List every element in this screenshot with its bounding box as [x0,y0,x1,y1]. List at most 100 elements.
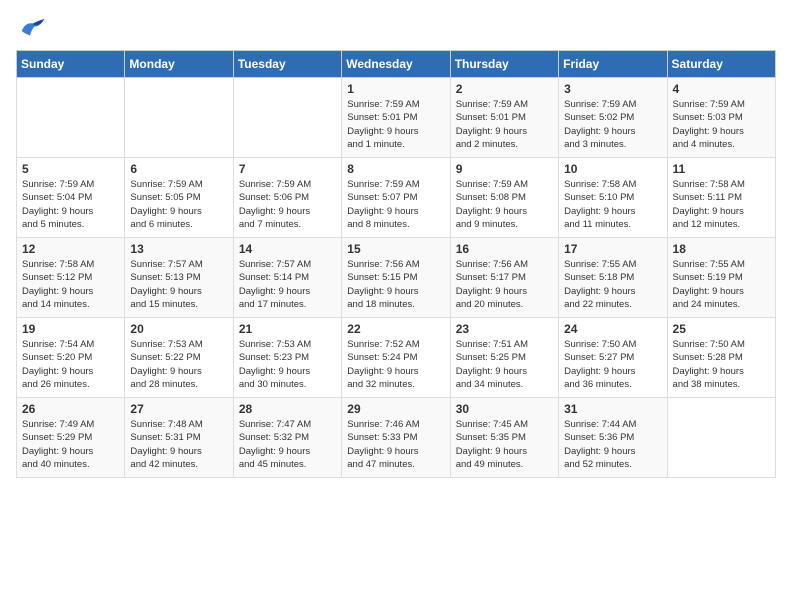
calendar-week-row: 12 Sunrise: 7:58 AM Sunset: 5:12 PM Dayli… [17,238,776,318]
calendar-cell: 26 Sunrise: 7:49 AM Sunset: 5:29 PM Dayli… [17,398,125,478]
calendar-cell: 19 Sunrise: 7:54 AM Sunset: 5:20 PM Dayli… [17,318,125,398]
day-number: 13 [130,242,227,256]
day-number: 18 [673,242,770,256]
day-info: Sunrise: 7:59 AM Sunset: 5:04 PM Dayligh… [22,178,119,231]
day-info: Sunrise: 7:54 AM Sunset: 5:20 PM Dayligh… [22,338,119,391]
day-info: Sunrise: 7:50 AM Sunset: 5:27 PM Dayligh… [564,338,661,391]
day-number: 14 [239,242,336,256]
calendar-cell: 20 Sunrise: 7:53 AM Sunset: 5:22 PM Dayli… [125,318,233,398]
day-info: Sunrise: 7:49 AM Sunset: 5:29 PM Dayligh… [22,418,119,471]
day-number: 6 [130,162,227,176]
calendar-cell: 22 Sunrise: 7:52 AM Sunset: 5:24 PM Dayli… [342,318,450,398]
day-info: Sunrise: 7:59 AM Sunset: 5:08 PM Dayligh… [456,178,553,231]
day-info: Sunrise: 7:59 AM Sunset: 5:07 PM Dayligh… [347,178,444,231]
calendar-cell: 14 Sunrise: 7:57 AM Sunset: 5:14 PM Dayli… [233,238,341,318]
weekday-header-row: SundayMondayTuesdayWednesdayThursdayFrid… [17,51,776,78]
calendar-cell: 2 Sunrise: 7:59 AM Sunset: 5:01 PM Daylig… [450,78,558,158]
calendar-cell: 9 Sunrise: 7:59 AM Sunset: 5:08 PM Daylig… [450,158,558,238]
day-number: 17 [564,242,661,256]
calendar-cell: 17 Sunrise: 7:55 AM Sunset: 5:18 PM Dayli… [559,238,667,318]
day-number: 27 [130,402,227,416]
calendar-cell: 1 Sunrise: 7:59 AM Sunset: 5:01 PM Daylig… [342,78,450,158]
day-info: Sunrise: 7:47 AM Sunset: 5:32 PM Dayligh… [239,418,336,471]
day-number: 5 [22,162,119,176]
day-info: Sunrise: 7:53 AM Sunset: 5:22 PM Dayligh… [130,338,227,391]
weekday-header-tuesday: Tuesday [233,51,341,78]
calendar-week-row: 1 Sunrise: 7:59 AM Sunset: 5:01 PM Daylig… [17,78,776,158]
day-info: Sunrise: 7:59 AM Sunset: 5:06 PM Dayligh… [239,178,336,231]
calendar-cell: 4 Sunrise: 7:59 AM Sunset: 5:03 PM Daylig… [667,78,775,158]
day-info: Sunrise: 7:59 AM Sunset: 5:02 PM Dayligh… [564,98,661,151]
calendar-cell [125,78,233,158]
day-info: Sunrise: 7:55 AM Sunset: 5:18 PM Dayligh… [564,258,661,311]
calendar-cell [17,78,125,158]
calendar-cell: 21 Sunrise: 7:53 AM Sunset: 5:23 PM Dayli… [233,318,341,398]
day-number: 25 [673,322,770,336]
calendar-cell: 24 Sunrise: 7:50 AM Sunset: 5:27 PM Dayli… [559,318,667,398]
calendar-week-row: 26 Sunrise: 7:49 AM Sunset: 5:29 PM Dayli… [17,398,776,478]
calendar-cell: 12 Sunrise: 7:58 AM Sunset: 5:12 PM Dayli… [17,238,125,318]
calendar-cell: 16 Sunrise: 7:56 AM Sunset: 5:17 PM Dayli… [450,238,558,318]
calendar-cell: 11 Sunrise: 7:58 AM Sunset: 5:11 PM Dayli… [667,158,775,238]
day-number: 21 [239,322,336,336]
day-info: Sunrise: 7:52 AM Sunset: 5:24 PM Dayligh… [347,338,444,391]
logo [16,16,48,40]
calendar-cell: 6 Sunrise: 7:59 AM Sunset: 5:05 PM Daylig… [125,158,233,238]
day-info: Sunrise: 7:58 AM Sunset: 5:12 PM Dayligh… [22,258,119,311]
day-info: Sunrise: 7:53 AM Sunset: 5:23 PM Dayligh… [239,338,336,391]
calendar-cell [233,78,341,158]
day-number: 12 [22,242,119,256]
calendar-cell: 30 Sunrise: 7:45 AM Sunset: 5:35 PM Dayli… [450,398,558,478]
day-number: 1 [347,82,444,96]
day-number: 9 [456,162,553,176]
day-number: 22 [347,322,444,336]
day-info: Sunrise: 7:55 AM Sunset: 5:19 PM Dayligh… [673,258,770,311]
calendar-cell: 18 Sunrise: 7:55 AM Sunset: 5:19 PM Dayli… [667,238,775,318]
day-info: Sunrise: 7:56 AM Sunset: 5:17 PM Dayligh… [456,258,553,311]
day-info: Sunrise: 7:58 AM Sunset: 5:11 PM Dayligh… [673,178,770,231]
day-info: Sunrise: 7:51 AM Sunset: 5:25 PM Dayligh… [456,338,553,391]
day-info: Sunrise: 7:59 AM Sunset: 5:05 PM Dayligh… [130,178,227,231]
day-number: 7 [239,162,336,176]
weekday-header-friday: Friday [559,51,667,78]
day-info: Sunrise: 7:56 AM Sunset: 5:15 PM Dayligh… [347,258,444,311]
calendar-cell: 3 Sunrise: 7:59 AM Sunset: 5:02 PM Daylig… [559,78,667,158]
weekday-header-thursday: Thursday [450,51,558,78]
day-number: 16 [456,242,553,256]
day-info: Sunrise: 7:59 AM Sunset: 5:01 PM Dayligh… [456,98,553,151]
calendar-cell: 29 Sunrise: 7:46 AM Sunset: 5:33 PM Dayli… [342,398,450,478]
day-number: 30 [456,402,553,416]
day-number: 11 [673,162,770,176]
calendar-cell: 15 Sunrise: 7:56 AM Sunset: 5:15 PM Dayli… [342,238,450,318]
day-number: 19 [22,322,119,336]
day-number: 15 [347,242,444,256]
day-number: 23 [456,322,553,336]
day-number: 31 [564,402,661,416]
day-number: 2 [456,82,553,96]
calendar-cell: 28Sunrise: 7:47 AM Sunset: 5:32 PM Dayli… [233,398,341,478]
day-number: 3 [564,82,661,96]
calendar-cell: 27 Sunrise: 7:48 AM Sunset: 5:31 PM Dayli… [125,398,233,478]
day-number: 29 [347,402,444,416]
day-number: 26 [22,402,119,416]
calendar-cell [667,398,775,478]
calendar-week-row: 19 Sunrise: 7:54 AM Sunset: 5:20 PM Dayli… [17,318,776,398]
day-info: Sunrise: 7:45 AM Sunset: 5:35 PM Dayligh… [456,418,553,471]
day-info: Sunrise: 7:57 AM Sunset: 5:14 PM Dayligh… [239,258,336,311]
day-info: Sunrise: 7:46 AM Sunset: 5:33 PM Dayligh… [347,418,444,471]
day-number: 8 [347,162,444,176]
day-number: 4 [673,82,770,96]
day-info: Sunrise: 7:48 AM Sunset: 5:31 PM Dayligh… [130,418,227,471]
calendar-cell: 13Sunrise: 7:57 AM Sunset: 5:13 PM Dayli… [125,238,233,318]
calendar-week-row: 5 Sunrise: 7:59 AM Sunset: 5:04 PM Daylig… [17,158,776,238]
calendar-cell: 31Sunrise: 7:44 AM Sunset: 5:36 PM Dayli… [559,398,667,478]
calendar-cell: 23 Sunrise: 7:51 AM Sunset: 5:25 PM Dayli… [450,318,558,398]
weekday-header-wednesday: Wednesday [342,51,450,78]
day-info: Sunrise: 7:59 AM Sunset: 5:03 PM Dayligh… [673,98,770,151]
day-number: 20 [130,322,227,336]
day-info: Sunrise: 7:59 AM Sunset: 5:01 PM Dayligh… [347,98,444,151]
calendar-cell: 8 Sunrise: 7:59 AM Sunset: 5:07 PM Daylig… [342,158,450,238]
day-number: 10 [564,162,661,176]
calendar-table: SundayMondayTuesdayWednesdayThursdayFrid… [16,50,776,478]
day-number: 24 [564,322,661,336]
